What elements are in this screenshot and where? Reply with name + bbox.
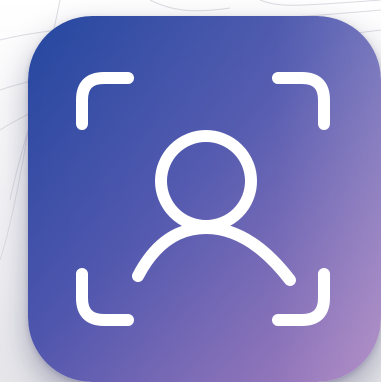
canvas bbox=[0, 0, 381, 382]
app-icon-graphic bbox=[28, 16, 381, 382]
app-icon[interactable] bbox=[28, 16, 381, 382]
icon-sheen bbox=[28, 16, 381, 382]
